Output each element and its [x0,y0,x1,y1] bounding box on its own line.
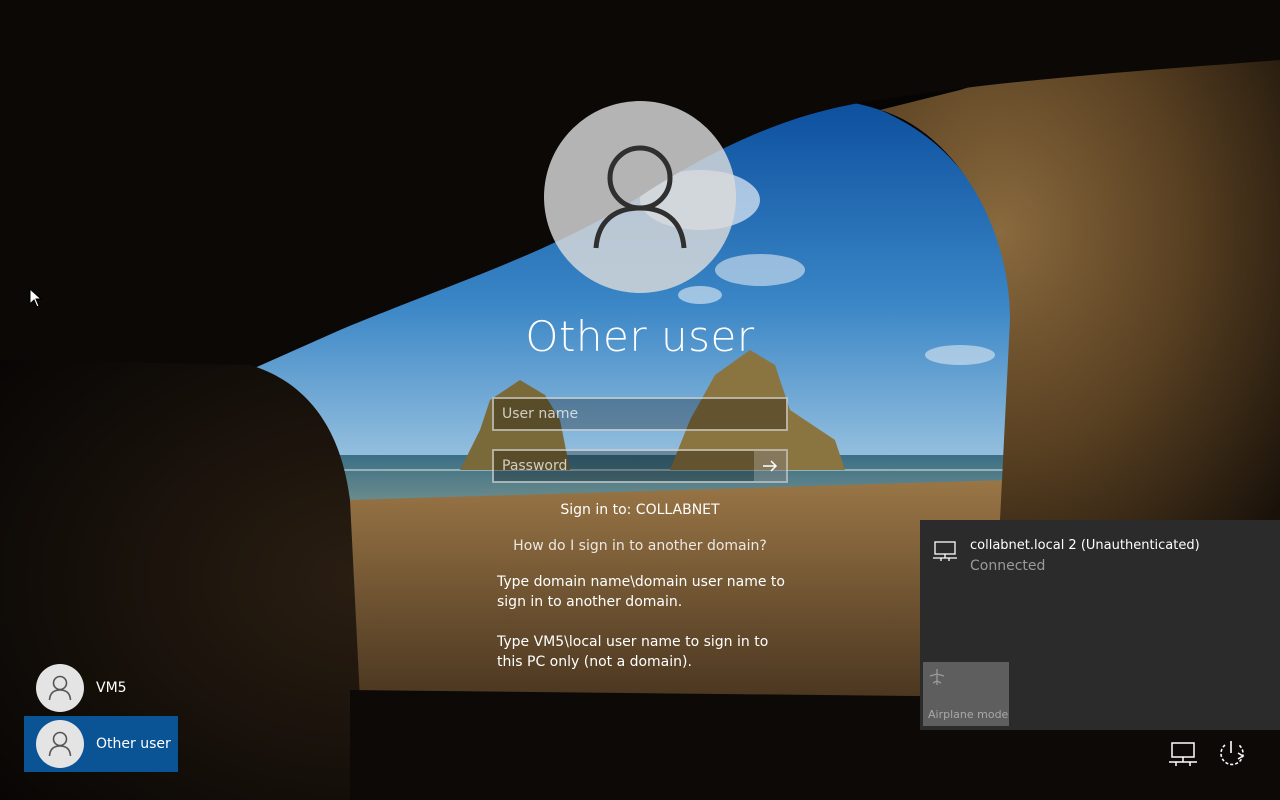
avatar [36,664,84,712]
mouse-pointer-icon [29,288,43,308]
airplane-mode-label: Airplane mode [928,708,1009,721]
user-tile-other-user[interactable]: Other user [24,716,178,772]
other-domain-link[interactable]: How do I sign in to another domain? [440,538,840,554]
network-flyout: collabnet.local 2 (Unauthenticated) Conn… [920,520,1280,730]
user-icon [48,731,72,757]
power-icon [1220,741,1245,766]
network-button[interactable] [1167,738,1201,770]
power-button[interactable] [1214,738,1248,770]
arrow-right-icon [763,460,778,472]
user-icon [593,145,687,249]
sign-in-domain-label: Sign in to: COLLABNET [560,502,720,518]
network-status: Connected [970,558,1046,574]
submit-button[interactable] [754,451,786,481]
airplane-mode-toggle[interactable]: Airplane mode [923,662,1009,726]
user-icon [48,675,72,701]
username-input[interactable] [492,397,788,431]
avatar [36,720,84,768]
local-help-text: Type VM5\local user name to sign in to t… [497,634,769,670]
airplane-icon [929,669,945,685]
user-tile-vm5[interactable]: VM5 [24,660,178,716]
lock-screen: Other user Sign in to: COLLABNET How do … [0,0,1280,800]
network-name: collabnet.local 2 (Unauthenticated) [970,538,1200,553]
domain-help-text: Type domain name\domain user name to sig… [497,574,785,610]
page-title: Other user [525,312,755,361]
ethernet-icon [1169,742,1197,766]
user-avatar-large [544,101,736,293]
ethernet-icon [933,541,957,561]
password-input[interactable] [492,449,788,483]
network-connection-item[interactable]: collabnet.local 2 (Unauthenticated) Conn… [920,534,1280,582]
user-tile-label: Other user [96,736,171,752]
user-tile-label: VM5 [96,680,127,696]
